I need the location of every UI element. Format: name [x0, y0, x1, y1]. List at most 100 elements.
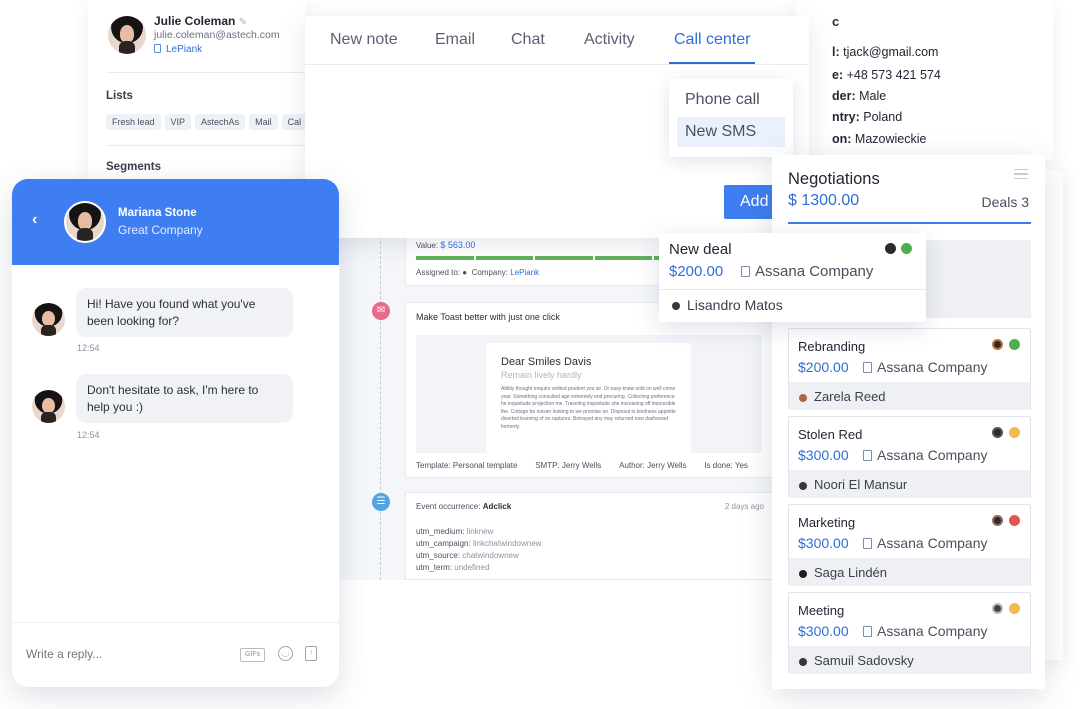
- deal-value: $ 563.00: [440, 240, 476, 250]
- owner-avatar: [992, 603, 1003, 614]
- info-email-row: l: tjack@gmail.com: [832, 45, 939, 59]
- deal-value: $300.00: [798, 623, 849, 639]
- lists-tags: Fresh lead VIP AstechAs Mail Cal: [106, 112, 306, 130]
- menu-item-phone-call[interactable]: Phone call: [677, 85, 785, 115]
- deal-card[interactable]: Stolen Red $300.00 Assana Company Noori …: [788, 416, 1031, 498]
- deal-card[interactable]: Marketing $300.00 Assana Company Saga Li…: [788, 504, 1031, 586]
- email-meta: Template: Personal template SMTP: Jerry …: [416, 461, 748, 470]
- person-avatar: [672, 302, 680, 310]
- deal-company: Assana Company: [863, 447, 988, 463]
- building-icon: [154, 44, 161, 53]
- building-icon: [863, 362, 872, 373]
- status-dot: [1009, 603, 1020, 614]
- chat-widget: ‹ Mariana Stone Great Company Hi! Have y…: [12, 179, 339, 687]
- avatar: [32, 303, 65, 336]
- reply-input[interactable]: [26, 642, 226, 666]
- contact-info-panel: c l: tjack@gmail.com e: +48 573 421 574 …: [795, 0, 1053, 160]
- deal-company: Assana Company: [741, 263, 873, 280]
- person-avatar: [799, 570, 807, 578]
- deal-title: Marketing: [798, 515, 856, 530]
- tab-activity[interactable]: Activity: [584, 31, 635, 49]
- deal-card[interactable]: Meeting $300.00 Assana Company Samuil Sa…: [788, 592, 1031, 674]
- divider: [659, 289, 926, 290]
- divider: [106, 72, 306, 73]
- attachment-icon[interactable]: ↑: [305, 646, 317, 661]
- divider: [305, 64, 809, 65]
- status-dot: [901, 243, 912, 254]
- tab-call-center[interactable]: Call center: [674, 31, 750, 49]
- menu-item-new-sms[interactable]: New SMS: [677, 117, 785, 147]
- profile-company[interactable]: LePiank: [154, 44, 202, 55]
- call-center-dropdown: Phone call New SMS: [669, 79, 793, 157]
- owner-avatar: [992, 427, 1003, 438]
- avatar: [108, 16, 146, 54]
- emoji-icon[interactable]: ◡: [278, 646, 293, 661]
- contact-profile-panel: Julie Coleman ✎ julie.coleman@astech.com…: [88, 0, 306, 190]
- deal-company: Assana Company: [863, 623, 988, 639]
- message-time: 12:54: [77, 343, 100, 353]
- info-gender-row: der: Male: [832, 89, 887, 103]
- email-icon: ✉: [372, 302, 390, 320]
- info-phone-row: e: +48 573 421 574: [832, 68, 941, 82]
- letter-greeting: Dear Smiles Davis: [501, 356, 592, 368]
- list-tag[interactable]: VIP: [164, 114, 192, 130]
- person-avatar: [799, 394, 807, 402]
- new-deal-card-dragging[interactable]: New deal $200.00 Assana Company Lisandro…: [659, 233, 926, 322]
- letter-body: Ability thought enquire settled prudent …: [501, 386, 676, 430]
- owner-avatar: [992, 339, 1003, 350]
- chat-contact-name: Mariana Stone: [118, 207, 197, 219]
- profile-email: julie.coleman@astech.com: [154, 29, 280, 41]
- list-tag[interactable]: Cal: [281, 114, 306, 130]
- utm-row: utm_campaign: linkchatwindownew: [416, 539, 542, 548]
- column-title: Negotiations: [788, 170, 880, 188]
- column-total: $ 1300.00: [788, 192, 860, 209]
- column-underline: [788, 222, 1031, 224]
- deal-company: Assana Company: [863, 359, 988, 375]
- gif-button[interactable]: GIFs: [240, 648, 266, 662]
- deal-value: $300.00: [798, 447, 849, 463]
- deal-person: Zarela Reed: [789, 382, 1030, 410]
- chat-message: Hi! Have you found what you've been look…: [76, 288, 293, 337]
- tab-email[interactable]: Email: [435, 31, 475, 49]
- email-activity-card[interactable]: Make Toast better with just one click De…: [405, 302, 773, 478]
- building-icon: [741, 266, 750, 277]
- utm-row: utm_medium: linknew: [416, 527, 494, 536]
- pencil-icon[interactable]: ✎: [239, 17, 247, 28]
- divider: [106, 145, 306, 146]
- status-dot: [1009, 515, 1020, 526]
- deal-value: $200.00: [798, 359, 849, 375]
- info-title: c: [832, 14, 840, 29]
- back-icon[interactable]: ‹: [32, 211, 37, 229]
- deal-person: Saga Lindén: [789, 558, 1030, 586]
- divider: [12, 622, 339, 623]
- chat-message: Don't hesitate to ask, I'm here to help …: [76, 374, 293, 423]
- info-region-row: on: Mazowieckie: [832, 132, 927, 146]
- event-icon: ☰: [372, 493, 390, 511]
- utm-row: utm_source: chatwindownew: [416, 551, 519, 560]
- message-time: 12:54: [77, 430, 100, 440]
- avatar: [64, 201, 106, 243]
- deal-person: Samuil Sadovsky: [789, 646, 1030, 674]
- info-country-row: ntry: Poland: [832, 110, 903, 124]
- deal-person: Lisandro Matos: [687, 297, 783, 313]
- status-dot: [1009, 339, 1020, 350]
- email-preview: Dear Smiles Davis Remain lively hardly A…: [416, 335, 762, 453]
- menu-icon[interactable]: [1014, 169, 1028, 179]
- lists-heading: Lists: [106, 90, 133, 102]
- profile-name: Julie Coleman ✎: [154, 14, 248, 28]
- deal-title: New deal: [669, 241, 732, 258]
- deal-card[interactable]: Rebranding $200.00 Assana Company Zarela…: [788, 328, 1031, 410]
- list-tag[interactable]: AstechAs: [195, 114, 246, 130]
- tab-new-note[interactable]: New note: [330, 31, 398, 49]
- owner-avatar: [992, 515, 1003, 526]
- stacked-column-shadow: [1043, 170, 1063, 660]
- deal-company: Assana Company: [863, 535, 988, 551]
- event-activity-card[interactable]: Event occurrence: Adclick 2 days ago utm…: [405, 492, 773, 580]
- user-icon: ●: [462, 268, 468, 277]
- tab-chat[interactable]: Chat: [511, 31, 545, 49]
- email-subject: Make Toast better with just one click: [416, 312, 560, 322]
- list-tag[interactable]: Fresh lead: [106, 114, 161, 130]
- list-tag[interactable]: Mail: [249, 114, 278, 130]
- timeline-line: [380, 236, 381, 580]
- deal-value: $200.00: [669, 263, 724, 280]
